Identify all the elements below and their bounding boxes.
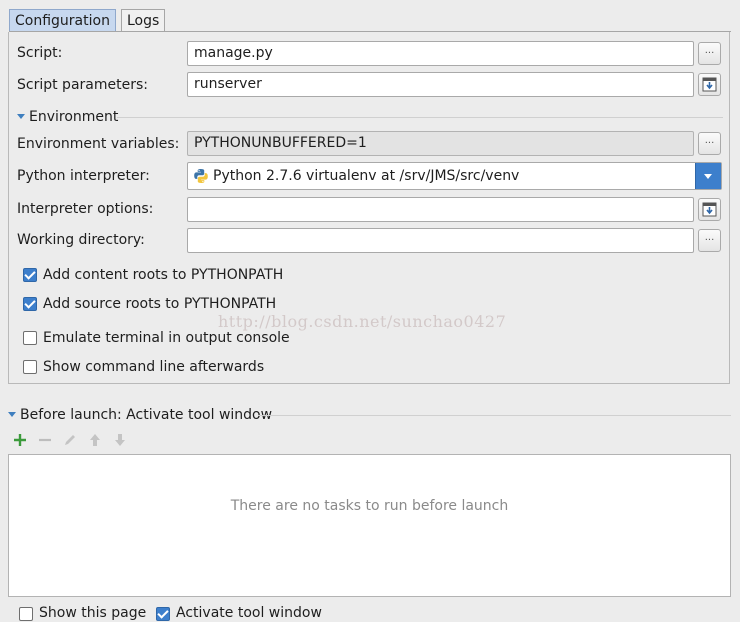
expand-field-icon <box>702 77 717 92</box>
activate-tool-window-label: Activate tool window <box>176 605 322 621</box>
emulate-terminal-label: Emulate terminal in output console <box>43 330 290 346</box>
interpreter-options-label: Interpreter options: <box>17 201 154 217</box>
before-launch-collapse-icon[interactable] <box>8 412 16 417</box>
add-content-roots-checkbox[interactable] <box>23 268 37 282</box>
script-parameters-field[interactable]: runserver <box>187 72 694 97</box>
before-launch-label: Before launch: Activate tool window <box>20 407 273 423</box>
working-directory-field[interactable] <box>187 228 694 253</box>
script-browse-button[interactable]: ... <box>698 42 721 65</box>
python-interpreter-label: Python interpreter: <box>17 168 150 184</box>
expand-field-icon <box>702 202 717 217</box>
python-interpreter-select[interactable]: Python 2.7.6 virtualenv at /srv/JMS/src/… <box>187 162 722 190</box>
show-command-line-checkbox[interactable] <box>23 360 37 374</box>
tab-configuration[interactable]: Configuration <box>9 9 116 31</box>
chevron-down-icon[interactable] <box>695 163 721 189</box>
before-launch-task-list[interactable]: There are no tasks to run before launch <box>8 454 731 597</box>
python-icon <box>194 169 208 183</box>
environment-section-label: Environment <box>29 109 119 125</box>
remove-icon[interactable] <box>37 432 53 448</box>
interpreter-options-field[interactable] <box>187 197 694 222</box>
before-launch-separator <box>258 415 731 416</box>
add-source-roots-label: Add source roots to PYTHONPATH <box>43 296 277 312</box>
show-this-page-checkbox[interactable] <box>19 607 33 621</box>
tab-logs-label: Logs <box>127 13 160 29</box>
tab-configuration-label: Configuration <box>15 13 110 29</box>
emulate-terminal-checkbox[interactable] <box>23 331 37 345</box>
show-command-line-label: Show command line afterwards <box>43 359 265 375</box>
activate-tool-window-checkbox[interactable] <box>156 607 170 621</box>
script-parameters-label: Script parameters: <box>17 77 148 93</box>
script-field[interactable]: manage.py <box>187 41 694 66</box>
environment-variables-edit-button[interactable]: ... <box>698 132 721 155</box>
environment-variables-label: Environment variables: <box>17 136 180 152</box>
tab-logs[interactable]: Logs <box>121 9 166 31</box>
script-label: Script: <box>17 45 63 61</box>
add-content-roots-label: Add content roots to PYTHONPATH <box>43 267 284 283</box>
environment-separator <box>117 117 723 118</box>
move-down-icon[interactable] <box>112 432 128 448</box>
move-up-icon[interactable] <box>87 432 103 448</box>
interpreter-options-expand-button[interactable] <box>698 198 721 221</box>
add-icon[interactable] <box>12 432 28 448</box>
working-directory-browse-button[interactable]: ... <box>698 229 721 252</box>
add-source-roots-checkbox[interactable] <box>23 297 37 311</box>
environment-variables-field[interactable]: PYTHONUNBUFFERED=1 <box>187 131 694 156</box>
show-this-page-label: Show this page <box>39 605 147 621</box>
python-interpreter-value: Python 2.7.6 virtualenv at /srv/JMS/src/… <box>213 168 520 184</box>
empty-tasks-text: There are no tasks to run before launch <box>230 498 509 514</box>
environment-collapse-icon[interactable] <box>17 114 25 119</box>
script-parameters-expand-button[interactable] <box>698 73 721 96</box>
edit-icon[interactable] <box>62 432 78 448</box>
working-directory-label: Working directory: <box>17 232 145 248</box>
